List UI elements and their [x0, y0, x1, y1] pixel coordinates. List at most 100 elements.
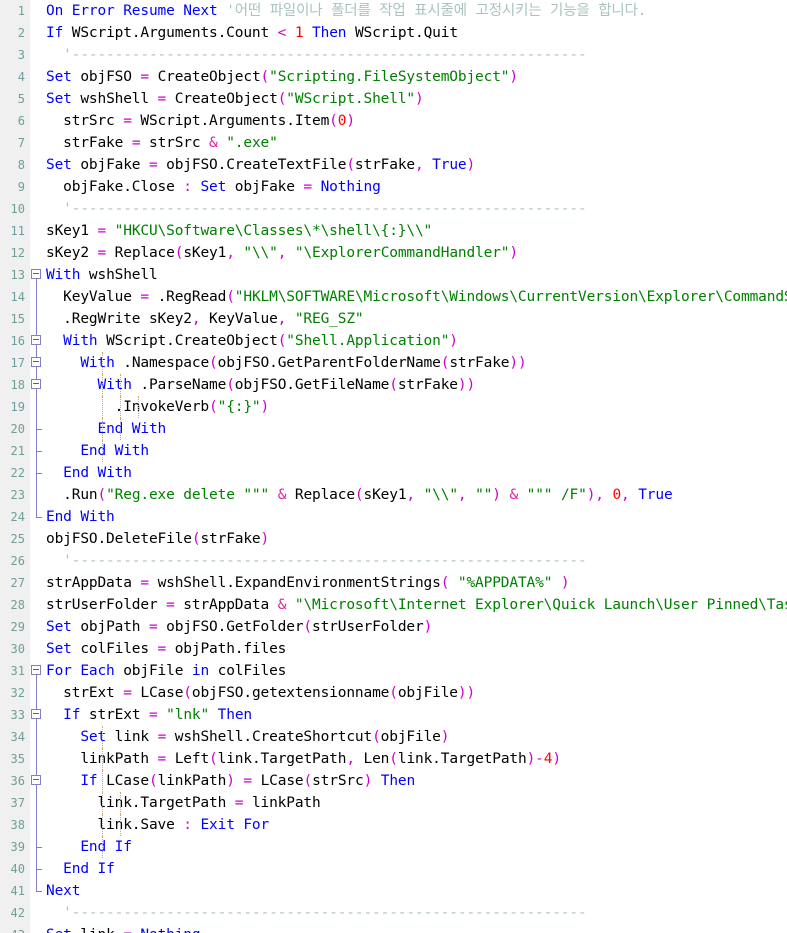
- code-line-text[interactable]: On Error Resume Next '어떤 파일이나 폴더를 작업 표시줄…: [44, 0, 787, 22]
- code-line-text[interactable]: End With: [44, 462, 787, 484]
- code-line[interactable]: 18 With .ParseName(objFSO.GetFileName(st…: [0, 374, 787, 396]
- code-line-text[interactable]: Set colFiles = objPath.files: [44, 638, 787, 660]
- code-line[interactable]: 24 End With: [0, 506, 787, 528]
- code-line-text[interactable]: Set objPath = objFSO.GetFolder(strUserFo…: [44, 616, 787, 638]
- code-line-text[interactable]: .RegWrite sKey2, KeyValue, "REG_SZ": [44, 308, 787, 330]
- code-line-text[interactable]: Set wshShell = CreateObject("WScript.She…: [44, 88, 787, 110]
- fold-guide-line[interactable]: [30, 308, 44, 330]
- code-line-text[interactable]: KeyValue = .RegRead("HKLM\SOFTWARE\Micro…: [44, 286, 787, 308]
- code-line-text[interactable]: objFSO.DeleteFile(strFake): [44, 528, 787, 550]
- fold-guide-line[interactable]: [30, 396, 44, 418]
- fold-guide-line[interactable]: [30, 726, 44, 748]
- code-line[interactable]: 43 Set link = Nothing: [0, 924, 787, 933]
- fold-block-end-tick[interactable]: [30, 858, 44, 880]
- fold-toggle-icon[interactable]: [30, 660, 44, 682]
- code-line-text[interactable]: strAppData = wshShell.ExpandEnvironmentS…: [44, 572, 787, 594]
- code-line[interactable]: 31 For Each objFile in colFiles: [0, 660, 787, 682]
- code-line[interactable]: 37 link.TargetPath = linkPath: [0, 792, 787, 814]
- code-line-text[interactable]: '---------------------------------------…: [44, 902, 787, 924]
- code-line[interactable]: 17 With .Namespace(objFSO.GetParentFolde…: [0, 352, 787, 374]
- code-line[interactable]: 25 objFSO.DeleteFile(strFake): [0, 528, 787, 550]
- code-line-text[interactable]: End With: [44, 506, 787, 528]
- code-line-text[interactable]: End With: [44, 418, 787, 440]
- code-line-text[interactable]: For Each objFile in colFiles: [44, 660, 787, 682]
- code-line[interactable]: 27 strAppData = wshShell.ExpandEnvironmen…: [0, 572, 787, 594]
- fold-toggle-icon[interactable]: [30, 374, 44, 396]
- code-line[interactable]: 30 Set colFiles = objPath.files: [0, 638, 787, 660]
- code-line-text[interactable]: linkPath = Left(link.TargetPath, Len(lin…: [44, 748, 787, 770]
- fold-toggle-icon[interactable]: [30, 264, 44, 286]
- fold-guide-line[interactable]: [30, 814, 44, 836]
- code-line[interactable]: 28 strUserFolder = strAppData & "\Microso…: [0, 594, 787, 616]
- code-line-text[interactable]: End If: [44, 858, 787, 880]
- code-line[interactable]: 19 .InvokeVerb("{:}"): [0, 396, 787, 418]
- fold-block-end-corner[interactable]: [30, 880, 44, 902]
- code-line-text[interactable]: If LCase(linkPath) = LCase(strSrc) Then: [44, 770, 787, 792]
- code-line-text[interactable]: link.TargetPath = linkPath: [44, 792, 787, 814]
- code-line-text[interactable]: '---------------------------------------…: [44, 550, 787, 572]
- code-editor[interactable]: 1 On Error Resume Next '어떤 파일이나 폴더를 작업 표시…: [0, 0, 787, 933]
- code-line[interactable]: 13 With wshShell: [0, 264, 787, 286]
- code-line[interactable]: 41 Next: [0, 880, 787, 902]
- code-line-text[interactable]: sKey1 = "HKCU\Software\Classes\*\shell\{…: [44, 220, 787, 242]
- code-line[interactable]: 15 .RegWrite sKey2, KeyValue, "REG_SZ": [0, 308, 787, 330]
- fold-toggle-icon[interactable]: [30, 352, 44, 374]
- code-line-text[interactable]: .InvokeVerb("{:}"): [44, 396, 787, 418]
- code-line[interactable]: 7 strFake = strSrc & ".exe": [0, 132, 787, 154]
- code-line-text[interactable]: If WScript.Arguments.Count < 1 Then WScr…: [44, 22, 787, 44]
- code-line[interactable]: 5 Set wshShell = CreateObject("WScript.Sh…: [0, 88, 787, 110]
- code-line-text[interactable]: Set objFSO = CreateObject("Scripting.Fil…: [44, 66, 787, 88]
- code-line-text[interactable]: End If: [44, 836, 787, 858]
- code-line[interactable]: 34 Set link = wshShell.CreateShortcut(ob…: [0, 726, 787, 748]
- code-line[interactable]: 42 '------------------------------------…: [0, 902, 787, 924]
- code-line-text[interactable]: With .ParseName(objFSO.GetFileName(strFa…: [44, 374, 787, 396]
- fold-guide-line[interactable]: [30, 286, 44, 308]
- code-line-text[interactable]: strFake = strSrc & ".exe": [44, 132, 787, 154]
- code-line-text[interactable]: sKey2 = Replace(sKey1, "\\", "\ExplorerC…: [44, 242, 787, 264]
- code-line[interactable]: 35 linkPath = Left(link.TargetPath, Len(…: [0, 748, 787, 770]
- code-line[interactable]: 20 End With: [0, 418, 787, 440]
- code-line[interactable]: 38 link.Save : Exit For: [0, 814, 787, 836]
- code-line[interactable]: 4 Set objFSO = CreateObject("Scripting.Fi…: [0, 66, 787, 88]
- fold-guide-line[interactable]: [30, 484, 44, 506]
- code-line[interactable]: 32 strExt = LCase(objFSO.getextensionnam…: [0, 682, 787, 704]
- code-line-text[interactable]: With wshShell: [44, 264, 787, 286]
- editor-line-container[interactable]: 1 On Error Resume Next '어떤 파일이나 폴더를 작업 표시…: [0, 0, 787, 933]
- fold-guide-line[interactable]: [30, 792, 44, 814]
- code-line[interactable]: 9 objFake.Close : Set objFake = Nothing: [0, 176, 787, 198]
- code-line-text[interactable]: '---------------------------------------…: [44, 198, 787, 220]
- code-line-text[interactable]: strUserFolder = strAppData & "\Microsoft…: [44, 594, 787, 616]
- code-line[interactable]: 1 On Error Resume Next '어떤 파일이나 폴더를 작업 표시…: [0, 0, 787, 22]
- code-line-text[interactable]: .Run("Reg.exe delete """ & Replace(sKey1…: [44, 484, 787, 506]
- code-line[interactable]: 11 sKey1 = "HKCU\Software\Classes\*\shell…: [0, 220, 787, 242]
- code-line[interactable]: 22 End With: [0, 462, 787, 484]
- code-line[interactable]: 16 With WScript.CreateObject("Shell.Appl…: [0, 330, 787, 352]
- code-line-text[interactable]: objFake.Close : Set objFake = Nothing: [44, 176, 787, 198]
- code-line[interactable]: 39 End If: [0, 836, 787, 858]
- code-line[interactable]: 21 End With: [0, 440, 787, 462]
- fold-block-end-tick[interactable]: [30, 462, 44, 484]
- fold-block-end-tick[interactable]: [30, 418, 44, 440]
- fold-toggle-icon[interactable]: [30, 330, 44, 352]
- code-line[interactable]: 10 '------------------------------------…: [0, 198, 787, 220]
- code-line[interactable]: 14 KeyValue = .RegRead("HKLM\SOFTWARE\Mi…: [0, 286, 787, 308]
- fold-block-end-tick[interactable]: [30, 440, 44, 462]
- code-line[interactable]: 26 '------------------------------------…: [0, 550, 787, 572]
- fold-toggle-icon[interactable]: [30, 704, 44, 726]
- code-line[interactable]: 29 Set objPath = objFSO.GetFolder(strUser…: [0, 616, 787, 638]
- code-line[interactable]: 6 strSrc = WScript.Arguments.Item(0): [0, 110, 787, 132]
- code-line[interactable]: 3 '-------------------------------------…: [0, 44, 787, 66]
- fold-block-end-tick[interactable]: [30, 836, 44, 858]
- fold-toggle-icon[interactable]: [30, 770, 44, 792]
- code-line[interactable]: 23 .Run("Reg.exe delete """ & Replace(sK…: [0, 484, 787, 506]
- code-line-text[interactable]: '---------------------------------------…: [44, 44, 787, 66]
- code-line[interactable]: 33 If strExt = "lnk" Then: [0, 704, 787, 726]
- fold-guide-line[interactable]: [30, 682, 44, 704]
- code-line[interactable]: 2 If WScript.Arguments.Count < 1 Then WSc…: [0, 22, 787, 44]
- code-line[interactable]: 8 Set objFake = objFSO.CreateTextFile(str…: [0, 154, 787, 176]
- code-line-text[interactable]: Set link = Nothing: [44, 924, 787, 933]
- code-line-text[interactable]: End With: [44, 440, 787, 462]
- code-line[interactable]: 12 sKey2 = Replace(sKey1, "\\", "\Explore…: [0, 242, 787, 264]
- code-line-text[interactable]: Set link = wshShell.CreateShortcut(objFi…: [44, 726, 787, 748]
- code-line-text[interactable]: Next: [44, 880, 787, 902]
